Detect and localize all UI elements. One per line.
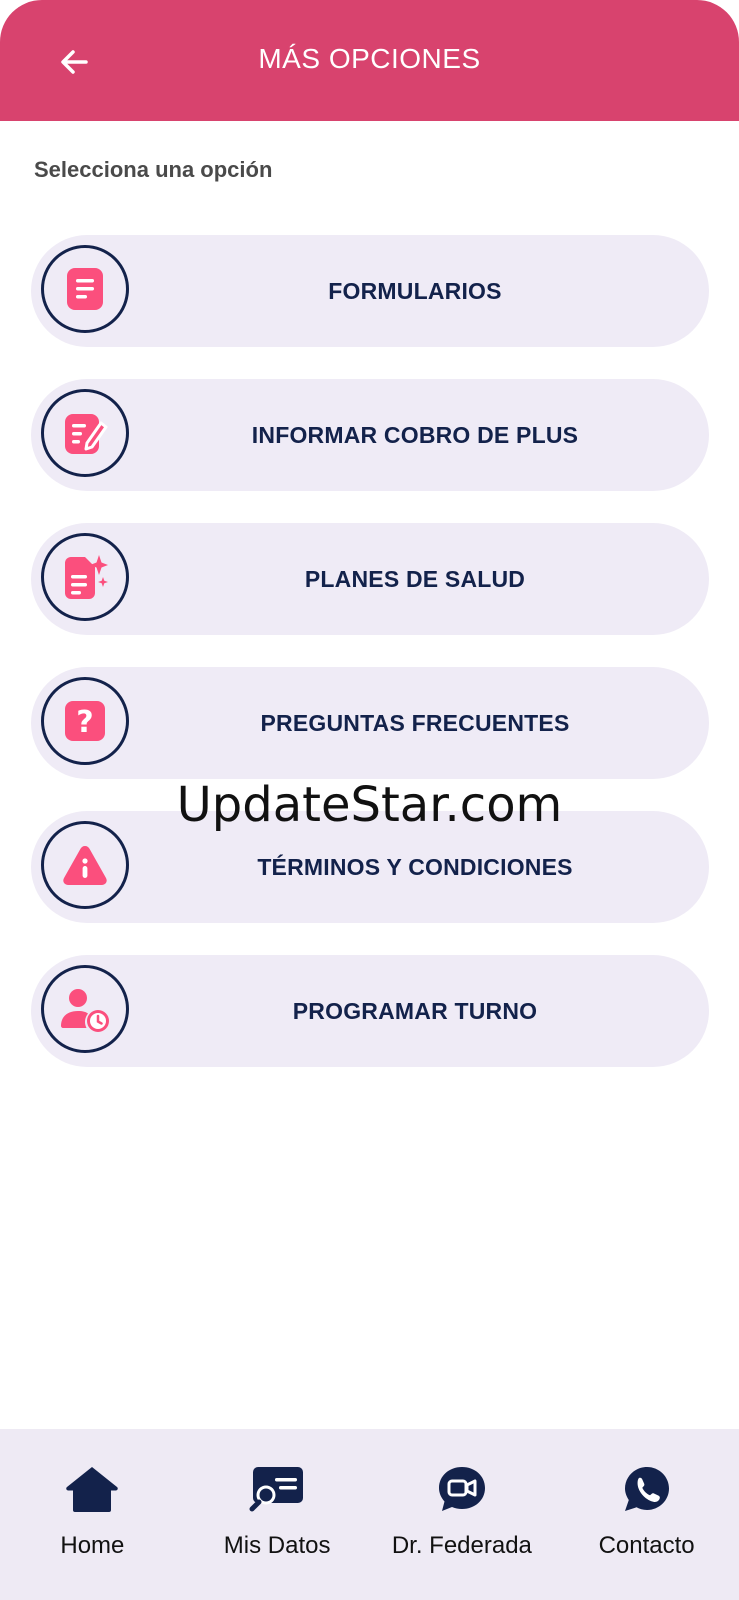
menu-item-label: PREGUNTAS FRECUENTES [260,709,570,736]
id-card-search-icon [247,1461,307,1517]
menu-item-informar-cobro[interactable]: INFORMAR COBRO DE PLUS [31,379,709,491]
user-clock-icon [41,965,129,1053]
warning-icon [41,821,129,909]
svg-text:?: ? [76,705,93,740]
menu-item-label: PLANES DE SALUD [304,565,526,592]
menu-item-preguntas-frecuentes[interactable]: ? PREGUNTAS FRECUENTES [31,667,709,779]
watermark-text: UpdateStar.com [176,777,563,833]
document-icon [41,245,129,333]
menu-item-label: PROGRAMAR TURNO [292,997,538,1024]
nav-item-home[interactable]: Home [7,1429,177,1563]
options-menu: FORMULARIOS INFORMAR COBRO DE PLUS PLANE… [31,235,709,1099]
edit-document-icon [41,389,129,477]
whatsapp-icon [617,1461,677,1517]
bottom-navigation: Home Mis Datos Dr. Federada Contacto [0,1429,739,1600]
menu-item-label: INFORMAR COBRO DE PLUS [251,421,579,448]
nav-label: Dr. Federada [391,1532,532,1559]
home-icon [62,1461,122,1517]
nav-item-contacto[interactable]: Contacto [562,1429,732,1563]
menu-item-label: FORMULARIOS [328,277,502,304]
nav-item-mis-datos[interactable]: Mis Datos [192,1429,362,1563]
nav-label: Home [60,1532,125,1559]
question-icon: ? [41,677,129,765]
nav-item-dr-federada[interactable]: Dr. Federada [377,1429,547,1563]
menu-item-programar-turno[interactable]: PROGRAMAR TURNO [31,955,709,1067]
menu-item-planes-salud[interactable]: PLANES DE SALUD [31,523,709,635]
menu-item-formularios[interactable]: FORMULARIOS [31,235,709,347]
nav-label: Mis Datos [223,1532,331,1559]
app-header: MÁS OPCIONES [0,0,739,121]
nav-label: Contacto [598,1532,695,1559]
page-title: MÁS OPCIONES [258,43,481,74]
video-chat-icon [432,1461,492,1517]
section-subtitle: Selecciona una opción [34,157,273,182]
document-sparkle-icon [41,533,129,621]
